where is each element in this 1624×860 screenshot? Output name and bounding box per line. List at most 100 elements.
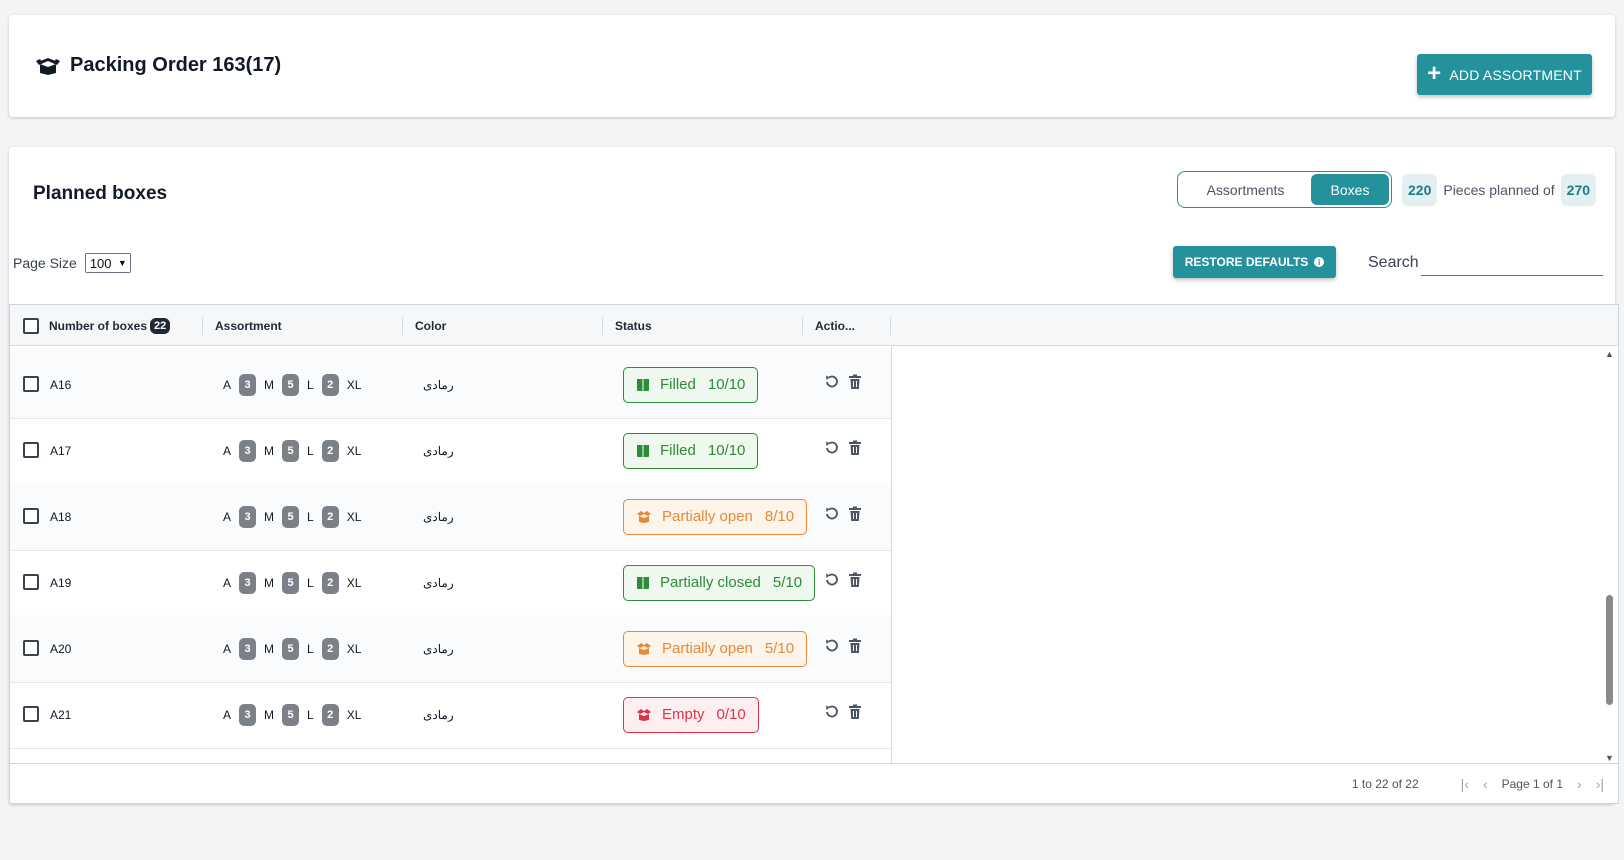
assortment-cell: A 3 M 5 L 2 XL [223,571,362,594]
trash-icon[interactable] [848,704,862,725]
scroll-down-icon[interactable]: ▼ [1605,753,1614,763]
undo-icon[interactable] [824,704,840,725]
undo-icon[interactable] [824,572,840,593]
status-count: 8/10 [764,508,795,525]
trash-icon[interactable] [848,506,862,527]
pagination-bar: 1 to 22 of 22 |‹ ‹ Page 1 of 1 › ›| [10,763,1618,803]
size-label: XL [346,509,362,524]
scroll-up-icon[interactable]: ▲ [1605,349,1614,359]
size-label: M [264,707,275,722]
table-row[interactable]: A18 A 3 M 5 L 2 XL رمادی Partially open 8/10 [10,483,891,551]
color-cell: رمادی [423,641,454,656]
col-header-actions[interactable]: Actio... [803,305,891,346]
box-name: A18 [50,509,72,524]
table-row[interactable]: A17 A 3 M 5 L 2 XL رمادی Filled 10/10 [10,417,891,485]
box-status-icon [636,444,650,458]
size-label: A [223,641,232,656]
size-label: XL [346,575,362,590]
boxes-grid: Number of boxes 22 Assortment Color Stat… [9,304,1619,804]
page-size-select[interactable]: 100 ▼ [84,253,131,273]
size-qty-badge: 5 [282,373,300,396]
first-page-icon[interactable]: |‹ [1461,776,1469,792]
view-toggle: Assortments Boxes [1177,171,1392,208]
next-page-icon[interactable]: › [1577,776,1582,792]
page-size-value: 100 [89,255,112,271]
row-actions [824,704,862,725]
vertical-scrollbar[interactable]: ▲ ▼ [1603,347,1617,765]
color-cell: رمادی [423,377,454,392]
row-checkbox[interactable] [23,508,39,524]
status-label: Filled [660,442,696,459]
trash-icon[interactable] [848,440,862,461]
size-qty-badge: 3 [239,505,257,528]
size-label: L [307,575,314,590]
size-qty-badge: 2 [321,373,339,396]
size-label: M [264,575,275,590]
col-header-color[interactable]: Color [403,305,603,346]
size-qty-badge: 5 [282,571,300,594]
restore-defaults-button[interactable]: RESTORE DEFAULTS i [1173,246,1336,278]
size-label: A [223,509,232,524]
row-checkbox[interactable] [23,706,39,722]
status-badge: Empty 0/10 [623,696,759,733]
size-label: A [223,377,232,392]
undo-icon[interactable] [824,638,840,659]
grid-header: Number of boxes 22 Assortment Color Stat… [10,305,1618,346]
status-badge: Filled 10/10 [623,366,759,403]
pieces-summary: 220 Pieces planned of 270 [1402,173,1597,207]
search-input[interactable] [1421,248,1603,276]
box-name: A17 [50,443,72,458]
table-row[interactable]: A19 A 3 M 5 L 2 XL رمادی Partially closed 5/10 [10,549,891,617]
table-row[interactable]: A21 A 3 M 5 L 2 XL رمادی Empty 0/10 [10,681,891,749]
toggle-assortments[interactable]: Assortments [1180,174,1311,205]
table-row[interactable]: A20 A 3 M 5 L 2 XL رمادی Partially open 5/10 [10,615,891,683]
trash-icon[interactable] [848,638,862,659]
box-name: A19 [50,575,72,590]
select-all-checkbox[interactable] [23,317,39,334]
status-label: Partially closed [660,574,761,591]
size-label: A [223,575,232,590]
size-label: L [307,377,314,392]
table-row[interactable]: A16 A 3 M 5 L 2 XL رمادی Filled 10/10 [10,351,891,419]
status-count: 10/10 [707,442,746,459]
scrollbar-thumb[interactable] [1606,595,1613,705]
col-header-color-label: Color [415,318,447,333]
row-actions [824,572,862,593]
col-header-boxes[interactable]: Number of boxes 22 [10,305,203,346]
chevron-down-icon: ▼ [117,258,127,268]
trash-icon[interactable] [848,572,862,593]
box-status-icon [636,708,652,722]
size-qty-badge: 3 [239,373,257,396]
undo-icon[interactable] [824,374,840,395]
col-header-assortment[interactable]: Assortment [203,305,403,346]
col-header-status[interactable]: Status [603,305,803,346]
status-count: 0/10 [716,706,746,723]
size-qty-badge: 2 [321,703,339,726]
undo-icon[interactable] [824,506,840,527]
status-count: 10/10 [707,376,746,393]
size-qty-badge: 3 [239,439,257,462]
status-badge: Partially open 5/10 [623,630,808,667]
pieces-label: Pieces planned of [1443,182,1555,198]
trash-icon[interactable] [848,374,862,395]
size-qty-badge: 3 [239,571,257,594]
grid-divider [891,347,892,765]
box-status-icon [636,576,650,590]
add-assortment-button[interactable]: + ADD ASSORTMENT [1417,54,1592,95]
size-label: L [307,443,314,458]
prev-page-icon[interactable]: ‹ [1483,776,1488,792]
row-checkbox[interactable] [23,376,39,392]
color-cell: رمادی [423,707,454,722]
size-qty-badge: 2 [321,505,339,528]
status-badge: Filled 10/10 [623,432,759,469]
row-checkbox[interactable] [23,640,39,656]
last-page-icon[interactable]: ›| [1596,776,1604,792]
status-label: Partially open [662,508,753,525]
section-title: Planned boxes [33,183,168,204]
toggle-boxes[interactable]: Boxes [1311,174,1389,205]
pagination-page: Page 1 of 1 [1501,776,1564,791]
col-header-actions-label: Actio... [815,318,856,333]
undo-icon[interactable] [824,440,840,461]
row-checkbox[interactable] [23,442,39,458]
row-checkbox[interactable] [23,574,39,590]
